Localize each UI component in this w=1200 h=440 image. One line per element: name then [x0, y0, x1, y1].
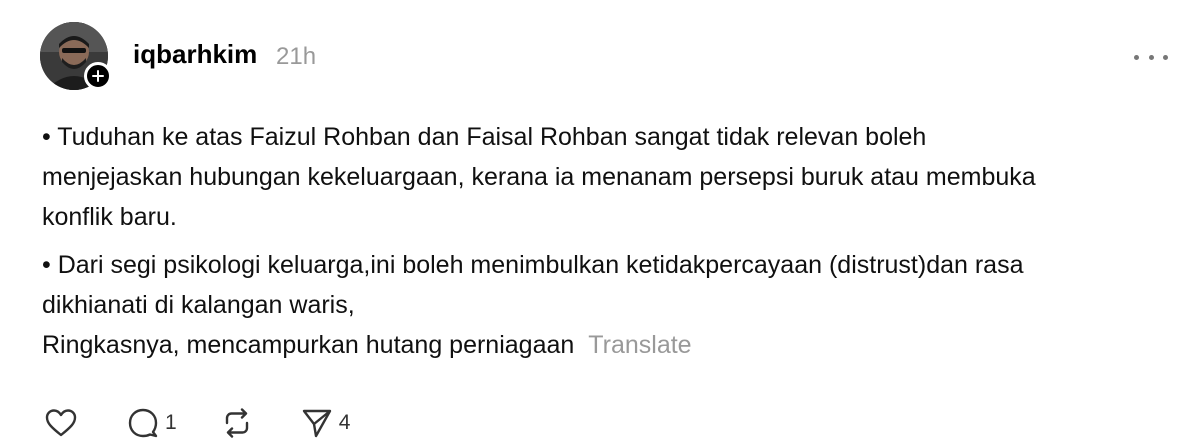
repost-icon — [225, 408, 248, 438]
like-button[interactable] — [45, 408, 77, 438]
post-paragraph-text: • Dari segi psikologi keluarga,ini boleh… — [42, 251, 1024, 319]
post-last-line: Ringkasnya, mencampurkan hutang perniaga… — [42, 331, 575, 359]
post-paragraph: • Dari segi psikologi keluarga,ini boleh… — [42, 245, 1182, 365]
plus-icon — [92, 70, 104, 82]
send-icon — [302, 409, 331, 438]
reply-button[interactable]: 1 — [127, 408, 177, 438]
heart-icon — [45, 409, 77, 437]
follow-button[interactable] — [84, 62, 112, 90]
post-paragraph: • Tuduhan ke atas Faizul Rohban dan Fais… — [42, 123, 1036, 231]
reply-icon — [128, 408, 158, 438]
more-dot-icon — [1134, 54, 1139, 60]
author-username[interactable]: iqbarhkim — [133, 39, 257, 70]
more-options-button[interactable] — [1134, 44, 1168, 70]
post-timestamp[interactable]: 21h — [276, 43, 316, 71]
repost-button[interactable] — [221, 408, 253, 438]
post-body: • Tuduhan ke atas Faizul Rohban dan Fais… — [42, 117, 1182, 365]
avatar-container[interactable] — [40, 22, 112, 94]
more-dot-icon — [1148, 54, 1154, 60]
post-actions: 1 4 — [45, 406, 350, 440]
more-dot-icon — [1163, 54, 1168, 60]
reply-count: 1 — [165, 411, 177, 434]
translate-link[interactable]: Translate — [588, 331, 691, 359]
share-count: 4 — [338, 411, 351, 434]
share-button[interactable]: 4 — [301, 408, 351, 438]
